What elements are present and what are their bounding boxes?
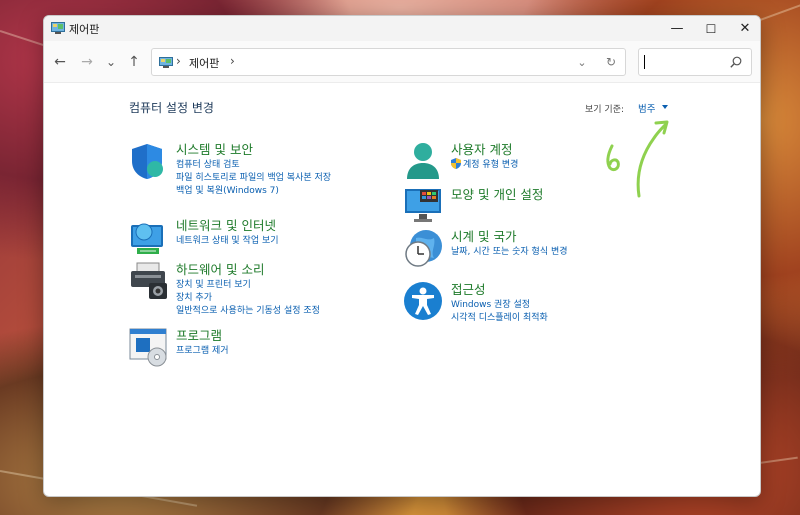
shield-icon[interactable]	[129, 141, 169, 181]
accessibility-icon[interactable]	[404, 281, 444, 321]
close-button[interactable]: ✕	[728, 16, 760, 41]
category-title[interactable]: 프로그램	[176, 325, 222, 344]
address-bar[interactable]: › 제어판 › ⌄ ↻	[151, 48, 626, 76]
breadcrumb-separator[interactable]: ›	[176, 54, 181, 68]
clock-globe-icon[interactable]	[404, 228, 444, 268]
breadcrumb-separator[interactable]: ›	[230, 54, 235, 68]
category-title[interactable]: 접근성	[451, 279, 486, 298]
printer-icon[interactable]	[129, 261, 169, 301]
link-network-status[interactable]: 네트워크 상태 및 작업 보기	[176, 233, 279, 246]
back-button[interactable]: ←	[50, 52, 70, 72]
search-icon[interactable]	[730, 56, 742, 68]
search-input[interactable]	[643, 53, 727, 71]
category-title[interactable]: 네트워크 및 인터넷	[176, 215, 276, 234]
network-icon[interactable]	[129, 217, 169, 257]
forward-button[interactable]: →	[77, 52, 97, 72]
link-file-history-backup[interactable]: 파일 히스토리로 파일의 백업 복사본 저장	[176, 170, 331, 183]
link-devices-printers[interactable]: 장치 및 프린터 보기	[176, 277, 251, 290]
link-add-device[interactable]: 장치 추가	[176, 290, 212, 303]
appearance-icon[interactable]	[404, 186, 444, 226]
control-panel-window: 제어판 — ☐ ✕ ← → ⌄ ↑ › 제어판 › ⌄ ↻ 컴퓨터 설정 변경 …	[43, 15, 761, 497]
programs-icon[interactable]	[129, 327, 169, 367]
chevron-down-icon[interactable]	[662, 105, 668, 109]
control-panel-icon	[159, 57, 173, 68]
control-panel-icon	[51, 22, 65, 34]
view-by-label: 보기 기준:	[585, 105, 625, 115]
uac-shield-icon	[451, 158, 461, 169]
recent-locations-button[interactable]: ⌄	[101, 52, 121, 72]
link-optimize-visual-display[interactable]: 시각적 디스플레이 최적화	[451, 310, 548, 323]
window-title: 제어판	[69, 23, 100, 36]
link-backup-restore[interactable]: 백업 및 복원(Windows 7)	[176, 183, 279, 196]
category-title[interactable]: 시계 및 국가	[451, 226, 516, 245]
breadcrumb-control-panel[interactable]: 제어판	[189, 55, 219, 71]
navigation-bar: ← → ⌄ ↑ › 제어판 › ⌄ ↻	[44, 41, 760, 83]
refresh-button[interactable]: ↻	[603, 54, 619, 70]
link-uninstall-program[interactable]: 프로그램 제거	[176, 343, 229, 356]
maximize-button[interactable]: ☐	[694, 16, 728, 41]
view-by-dropdown[interactable]: 범주	[638, 101, 655, 115]
category-title[interactable]: 모양 및 개인 설정	[451, 184, 543, 203]
up-button[interactable]: ↑	[124, 52, 144, 72]
link-change-date-time-format[interactable]: 날짜, 시간 또는 숫자 형식 변경	[451, 244, 568, 257]
link-mobility-settings[interactable]: 일반적으로 사용하는 기동성 설정 조정	[176, 303, 320, 316]
link-change-account-type[interactable]: 계정 유형 변경	[463, 157, 518, 170]
search-box[interactable]	[638, 48, 752, 76]
page-title: 컴퓨터 설정 변경	[129, 101, 214, 115]
category-title[interactable]: 하드웨어 및 소리	[176, 259, 264, 278]
annotation-squiggle-arrow	[606, 120, 669, 198]
link-review-computer-status[interactable]: 컴퓨터 상태 검토	[176, 157, 240, 170]
title-bar: 제어판 — ☐ ✕	[44, 16, 760, 41]
link-windows-recommended-settings[interactable]: Windows 권장 설정	[451, 297, 530, 310]
minimize-button[interactable]: —	[660, 16, 694, 41]
category-title[interactable]: 사용자 계정	[451, 139, 512, 158]
category-title[interactable]: 시스템 및 보안	[176, 139, 253, 158]
user-icon[interactable]	[404, 141, 444, 181]
address-dropdown-button[interactable]: ⌄	[574, 54, 590, 70]
